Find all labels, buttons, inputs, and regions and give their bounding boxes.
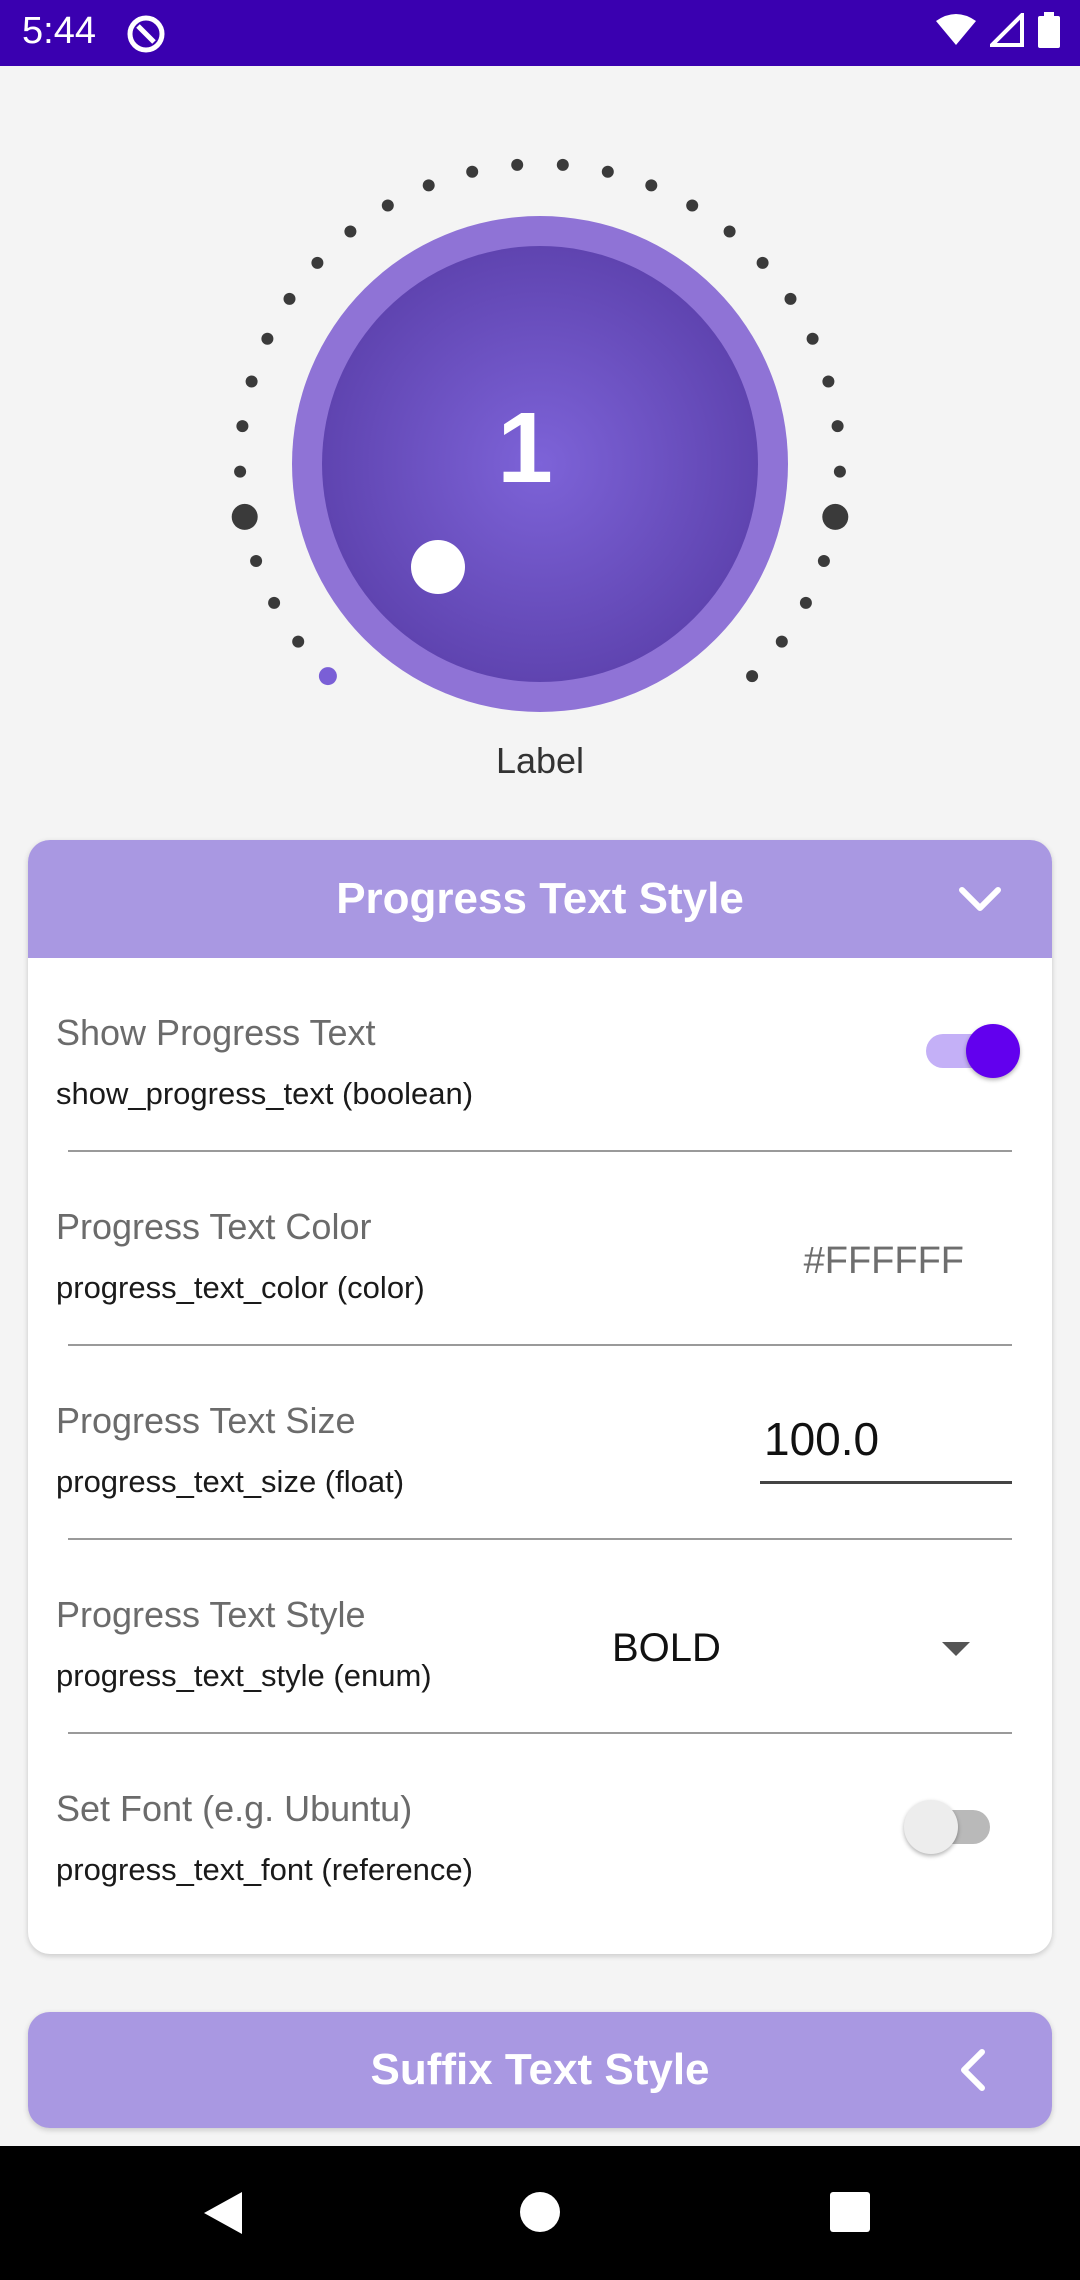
app-notification-icon [127, 15, 165, 53]
back-icon[interactable] [202, 2190, 244, 2236]
knob-tick [236, 420, 249, 433]
row-title: Progress Text Style [56, 1594, 366, 1635]
knob-tick [283, 292, 296, 305]
knob-tick [686, 199, 699, 212]
switch-thumb [904, 1800, 958, 1854]
knob-tick [833, 465, 846, 478]
knob-tick [292, 635, 305, 648]
knob-tick [466, 165, 479, 178]
progress-knob-area: 1 Label [0, 66, 1080, 826]
row-title: Set Font (e.g. Ubuntu) [56, 1788, 413, 1829]
cellular-signal-icon [990, 13, 1024, 47]
row-progress-text-color: Progress Text Color progress_text_color … [28, 1152, 1052, 1346]
home-icon[interactable] [520, 2192, 560, 2232]
knob-tick [645, 179, 658, 192]
wifi-icon [936, 14, 976, 45]
knob-tick [799, 596, 812, 609]
knob-tick [601, 165, 614, 178]
switch-thumb [966, 1024, 1020, 1078]
dropdown-arrow-icon[interactable] [942, 1642, 970, 1656]
knob-tick [381, 199, 394, 212]
progress-text-color-value[interactable]: #FFFFFF [804, 1240, 964, 1283]
knob-tick [344, 225, 357, 238]
progress-text-size-input[interactable]: 100.0 [760, 1412, 1012, 1484]
chevron-left-icon[interactable] [950, 2046, 998, 2094]
knob-tick [422, 179, 435, 192]
knob-tick [511, 158, 524, 171]
progress-text-style-card: Progress Text Style Show Progress Text s… [28, 840, 1052, 1954]
row-subtitle: progress_text_font (reference) [56, 1852, 473, 1887]
row-subtitle: show_progress_text (boolean) [56, 1076, 474, 1111]
knob-tick [234, 465, 247, 478]
knob-indicator-dot [411, 540, 465, 594]
knob-label: Label [495, 740, 585, 781]
show-progress-text-switch[interactable] [920, 1016, 1020, 1078]
status-time: 5:44 [22, 10, 96, 52]
section-title: Suffix Text Style [370, 2045, 710, 2094]
knob-tick [822, 503, 849, 530]
knob-tick [268, 596, 281, 609]
knob-tick [556, 158, 569, 171]
row-subtitle: progress_text_color (color) [56, 1270, 425, 1305]
battery-icon [1038, 12, 1060, 48]
section-header-progress-text-style[interactable]: Progress Text Style [28, 840, 1052, 958]
knob-tick [261, 332, 274, 345]
knob-tick [831, 420, 844, 433]
row-subtitle: progress_text_size (float) [56, 1464, 405, 1499]
row-show-progress-text: Show Progress Text show_progress_text (b… [28, 958, 1052, 1152]
knob-tick [250, 555, 263, 567]
row-title: Progress Text Size [56, 1400, 356, 1441]
section-header-suffix-text-style[interactable]: Suffix Text Style [28, 2012, 1052, 2128]
knob-tick [784, 292, 797, 305]
knob-value: 1 [497, 392, 553, 504]
knob-tick [311, 256, 324, 269]
row-title: Progress Text Color [56, 1206, 372, 1247]
knob-tick [806, 332, 819, 345]
knob-tick [746, 670, 759, 683]
row-subtitle: progress_text_style (enum) [56, 1658, 432, 1693]
knob-tick [756, 256, 769, 269]
row-title: Show Progress Text [56, 1012, 376, 1053]
set-font-switch[interactable] [904, 1792, 1004, 1854]
knob-tick [723, 225, 736, 238]
recent-apps-icon[interactable] [830, 2192, 870, 2232]
row-progress-text-style: Progress Text Style progress_text_style … [28, 1540, 1052, 1734]
navigation-bar [0, 2146, 1080, 2280]
knob-tick [231, 503, 258, 530]
chevron-down-icon[interactable] [956, 876, 1004, 924]
knob-tick [775, 635, 788, 648]
knob-tick [245, 375, 258, 388]
row-progress-text-size: Progress Text Size progress_text_size (f… [28, 1346, 1052, 1540]
progress-text-style-dropdown[interactable]: BOLD [612, 1626, 721, 1671]
knob-tick [817, 555, 830, 567]
knob-tick [318, 667, 337, 686]
status-bar: 5:44 [0, 0, 1080, 66]
row-set-font: Set Font (e.g. Ubuntu) progress_text_fon… [28, 1734, 1052, 1928]
knob-tick [822, 375, 835, 388]
section-title: Progress Text Style [336, 874, 744, 923]
